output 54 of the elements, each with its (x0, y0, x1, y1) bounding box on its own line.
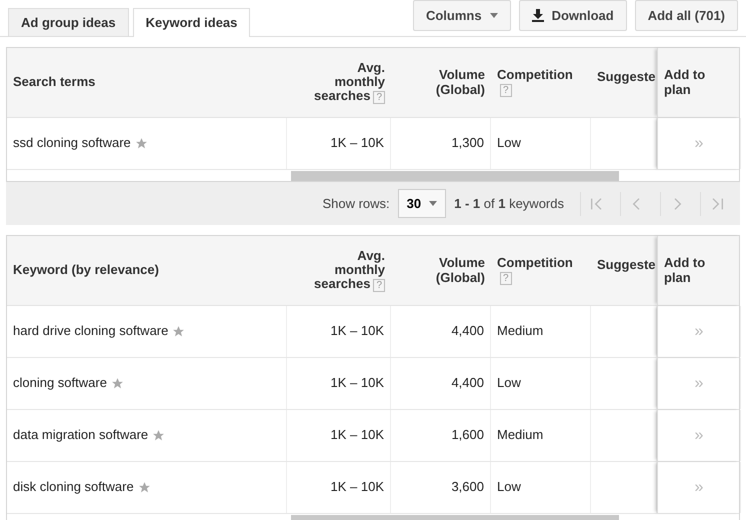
page-range: 1 - 1 of 1 keywords (454, 194, 564, 213)
keyword-text: disk cloning software (13, 480, 134, 495)
table-cell: Low (497, 136, 521, 151)
column-header: Competition ? (497, 68, 574, 98)
column-header: Suggeste (597, 258, 656, 272)
columns-dropdown[interactable]: Columns (412, 0, 511, 31)
help-icon: ? (500, 272, 512, 286)
tab[interactable]: Keyword ideas (132, 8, 250, 37)
table-cell: 1,300 (451, 136, 484, 151)
column-header: Volume (Global) (434, 256, 485, 285)
help-icon: ? (373, 91, 385, 104)
download-button[interactable]: Download (518, 0, 627, 31)
star-icon[interactable] (138, 481, 151, 494)
table-cell: 1,600 (451, 428, 484, 443)
column-header: Competition ? (497, 256, 574, 286)
column-header: Avg. monthly searches ? (313, 248, 385, 292)
add-all-button[interactable]: Add all (701) (634, 0, 738, 31)
star-icon[interactable] (152, 429, 166, 442)
table-cell: Low (497, 480, 521, 495)
first-page-icon[interactable] (588, 196, 604, 212)
column-header: Add to plan (664, 256, 706, 285)
column-header: Add to plan (664, 68, 706, 97)
scrollbar[interactable] (291, 171, 619, 181)
column-header: Keyword (by relevance) (13, 263, 159, 278)
caret-icon (429, 201, 438, 206)
keyword-text: ssd cloning software (13, 136, 131, 151)
table-cell: 4,400 (451, 376, 484, 391)
caret-icon (490, 13, 498, 18)
table-cell: 1K – 10K (330, 136, 384, 151)
table-cell: 3,600 (451, 480, 484, 495)
help-icon: ? (500, 84, 512, 98)
column-header: Search terms (13, 75, 96, 90)
column-header: Suggeste (597, 70, 656, 84)
table-cell: Medium (497, 428, 544, 443)
table-cell: 1K – 10K (330, 480, 384, 495)
show-rows-label: Show rows: (322, 194, 390, 213)
rows-select[interactable]: 30 (398, 189, 446, 218)
table-cell: Medium (497, 324, 544, 339)
keyword-text: hard drive cloning software (13, 324, 168, 339)
keyword-text: cloning software (13, 376, 107, 391)
star-icon[interactable] (172, 325, 186, 338)
tab[interactable]: Ad group ideas (8, 8, 129, 36)
column-header: Avg. monthly searches ? (313, 60, 385, 104)
help-icon: ? (373, 279, 385, 292)
table-cell: 1K – 10K (330, 324, 384, 339)
table-cell: 1K – 10K (330, 428, 384, 443)
download-icon (532, 9, 544, 22)
table-cell: 4,400 (451, 324, 484, 339)
star-icon[interactable] (110, 377, 124, 390)
star-icon[interactable] (134, 137, 148, 150)
table-cell: 1K – 10K (330, 376, 384, 391)
column-header: Volume (Global) (434, 68, 485, 97)
table-cell: Low (497, 376, 521, 391)
keyword-text: data migration software (13, 428, 148, 443)
